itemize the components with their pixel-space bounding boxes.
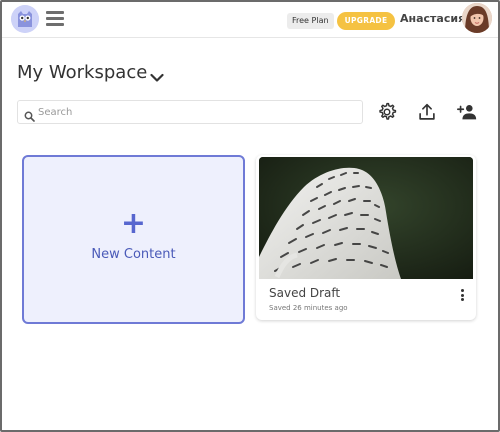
user-name[interactable]: Анастасия	[400, 12, 465, 26]
upload-icon[interactable]	[416, 101, 438, 123]
search-box	[17, 100, 363, 124]
avatar[interactable]	[462, 3, 492, 33]
draft-timestamp: Saved 26 minutes ago	[269, 304, 348, 312]
upgrade-button[interactable]: UPGRADE	[337, 12, 395, 30]
search-icon	[24, 107, 35, 122]
plus-icon: +	[120, 206, 147, 241]
page-title: My Workspace	[17, 62, 148, 83]
saved-draft-card[interactable]: Saved Draft Saved 26 minutes ago	[256, 155, 476, 320]
new-content-card[interactable]: + New Content	[22, 155, 245, 324]
hamburger-menu-icon[interactable]	[46, 11, 64, 27]
gear-icon[interactable]	[376, 101, 398, 123]
kebab-menu-icon[interactable]	[459, 289, 465, 303]
new-content-label: New Content	[91, 247, 176, 262]
owl-logo-icon[interactable]	[11, 5, 39, 33]
draft-thumbnail	[259, 157, 473, 279]
add-person-icon[interactable]	[456, 101, 478, 123]
search-input[interactable]	[38, 103, 358, 121]
plan-badge: Free Plan	[287, 13, 334, 29]
draft-title: Saved Draft	[269, 286, 341, 300]
chevron-down-icon[interactable]	[150, 68, 164, 82]
top-bar: Free Plan UPGRADE Анастасия	[2, 2, 498, 38]
